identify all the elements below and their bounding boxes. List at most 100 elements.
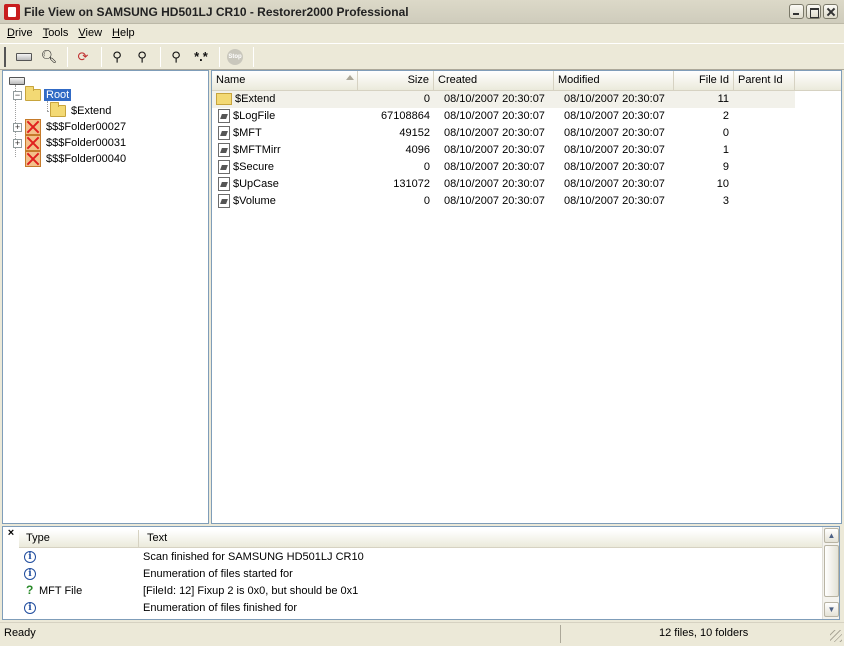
refresh-icon: ⟳ xyxy=(77,48,89,64)
info-icon: i xyxy=(24,551,36,563)
cell-created: 08/10/2007 20:30:07 xyxy=(444,93,545,105)
binoculars-icon: ⚲ xyxy=(112,48,122,64)
sort-ascending-icon xyxy=(346,75,354,80)
app-icon xyxy=(4,3,20,20)
file-list[interactable]: Name Size Created Modified File Id Paren… xyxy=(211,70,842,524)
find-next-button[interactable]: ⚲ xyxy=(131,46,153,68)
column-header-file-id[interactable]: File Id xyxy=(674,71,734,90)
cell-size: 131072 xyxy=(393,178,430,190)
table-row[interactable]: $MFT 49152 08/10/2007 20:30:07 08/10/200… xyxy=(212,125,841,142)
wildcard-button[interactable]: *.* xyxy=(190,46,212,68)
log-row[interactable]: i Scan finished for SAMSUNG HD501LJ CR10 xyxy=(19,549,823,566)
cell-created: 08/10/2007 20:30:07 xyxy=(444,144,545,156)
menu-view[interactable]: View xyxy=(73,27,107,39)
deleted-folder-icon xyxy=(25,151,41,167)
drive-icon xyxy=(16,52,32,61)
find-next-icon: ⚲ xyxy=(137,48,147,64)
scroll-up-button[interactable]: ▲ xyxy=(824,528,839,543)
menu-drive[interactable]: Drive xyxy=(2,27,38,39)
folder-icon xyxy=(50,102,66,117)
maximize-button[interactable] xyxy=(806,4,821,19)
table-row[interactable]: $Secure 0 08/10/2007 20:30:07 08/10/2007… xyxy=(212,159,841,176)
column-header-type[interactable]: Type xyxy=(19,530,139,547)
scan-button[interactable]: 🔍︎ xyxy=(38,46,60,68)
expand-toggle[interactable]: + xyxy=(13,138,22,148)
minimize-button[interactable] xyxy=(789,4,804,19)
toolbar-separator xyxy=(160,46,161,67)
system-file-icon xyxy=(218,109,230,124)
log-row[interactable]: ? MFT File [FileId: 12] Fixup 2 is 0x0, … xyxy=(19,583,823,600)
column-header-modified[interactable]: Modified xyxy=(554,71,674,90)
cell-size: 0 xyxy=(423,161,430,173)
tree-item-label: $$$Folder00027 xyxy=(46,121,127,133)
stop-icon: Stop xyxy=(227,48,243,65)
wildcard-icon: *.* xyxy=(194,49,208,64)
tree-item-label: $$$Folder00031 xyxy=(46,137,127,149)
tree-item-root[interactable]: − Root xyxy=(13,86,72,103)
cell-file-id: 1 xyxy=(722,144,729,156)
log-header: Type Text xyxy=(19,530,823,548)
close-button[interactable] xyxy=(823,4,838,19)
log-row[interactable]: i Enumeration of files started for xyxy=(19,566,823,583)
cell-file-id: 11 xyxy=(717,93,729,105)
column-header-created[interactable]: Created xyxy=(434,71,554,90)
system-file-icon xyxy=(218,160,230,175)
find-previous-button[interactable]: ⚲ xyxy=(165,46,187,68)
cell-size: 67108864 xyxy=(381,110,430,122)
toolbar-grip[interactable] xyxy=(4,46,7,67)
toolbar-separator xyxy=(67,46,68,67)
cell-name: $Volume xyxy=(218,193,358,210)
resize-grip[interactable] xyxy=(830,630,842,642)
cell-modified: 08/10/2007 20:30:07 xyxy=(564,127,665,139)
scroll-thumb[interactable] xyxy=(824,545,839,597)
toolbar-separator xyxy=(219,46,220,67)
column-header-parent-id[interactable]: Parent Id xyxy=(734,71,795,90)
cell-created: 08/10/2007 20:30:07 xyxy=(444,178,545,190)
table-row[interactable]: $Extend 0 08/10/2007 20:30:07 08/10/2007… xyxy=(212,91,795,108)
column-header-size[interactable]: Size xyxy=(358,71,434,90)
cell-file-id: 2 xyxy=(722,110,729,122)
scroll-down-button[interactable]: ▼ xyxy=(824,602,839,617)
cell-modified: 08/10/2007 20:30:07 xyxy=(564,93,665,105)
cell-file-id: 3 xyxy=(722,195,729,207)
table-row[interactable]: $LogFile 67108864 08/10/2007 20:30:07 08… xyxy=(212,108,841,125)
magnifier-icon: 🔍︎ xyxy=(40,48,58,64)
table-row[interactable]: $Volume 0 08/10/2007 20:30:07 08/10/2007… xyxy=(212,193,841,210)
log-type: MFT File xyxy=(39,585,83,597)
cell-created: 08/10/2007 20:30:07 xyxy=(444,195,545,207)
stop-button[interactable]: Stop xyxy=(224,46,246,68)
info-icon: i xyxy=(24,602,36,614)
drive-icon xyxy=(9,77,25,85)
close-log-button[interactable]: × xyxy=(5,527,17,539)
cell-name: $MFTMirr xyxy=(218,142,358,159)
column-header-name[interactable]: Name xyxy=(212,71,358,90)
title-bar: File View on SAMSUNG HD501LJ CR10 - Rest… xyxy=(0,0,844,24)
cell-modified: 08/10/2007 20:30:07 xyxy=(564,161,665,173)
table-row[interactable]: $UpCase 131072 08/10/2007 20:30:07 08/10… xyxy=(212,176,841,193)
tree-item-extend[interactable]: $Extend xyxy=(50,102,113,119)
tree-item-folder00027[interactable]: + $$$Folder00027 xyxy=(13,119,128,135)
window-title: File View on SAMSUNG HD501LJ CR10 - Rest… xyxy=(24,4,409,19)
tree-item-folder00040[interactable]: $$$Folder00040 xyxy=(25,151,128,167)
refresh-button[interactable]: ⟳ xyxy=(72,46,94,68)
cell-name: $LogFile xyxy=(218,108,358,125)
tree-item-label: $$$Folder00040 xyxy=(46,153,127,165)
folder-tree[interactable]: − Root $Extend + $$$Folder00027 + $$$Fol… xyxy=(2,70,209,524)
find-button[interactable]: ⚲ xyxy=(106,46,128,68)
tree-item-folder00031[interactable]: + $$$Folder00031 xyxy=(13,135,128,151)
table-row[interactable]: $MFTMirr 4096 08/10/2007 20:30:07 08/10/… xyxy=(212,142,841,159)
log-row[interactable]: i Enumeration of files finished for xyxy=(19,600,823,617)
cell-modified: 08/10/2007 20:30:07 xyxy=(564,110,665,122)
cell-modified: 08/10/2007 20:30:07 xyxy=(564,195,665,207)
log-scrollbar[interactable]: ▲ ▼ xyxy=(822,527,839,619)
menu-help[interactable]: Help xyxy=(107,27,140,39)
tree-item-label: $Extend xyxy=(71,105,112,117)
drive-button[interactable] xyxy=(13,46,35,68)
column-header-text[interactable]: Text xyxy=(139,530,823,547)
expand-toggle[interactable]: + xyxy=(13,122,22,132)
system-file-icon xyxy=(218,143,230,158)
deleted-folder-icon xyxy=(25,119,41,135)
menu-tools[interactable]: Tools xyxy=(38,27,74,39)
collapse-toggle[interactable]: − xyxy=(13,90,22,100)
cell-size: 4096 xyxy=(405,144,430,156)
